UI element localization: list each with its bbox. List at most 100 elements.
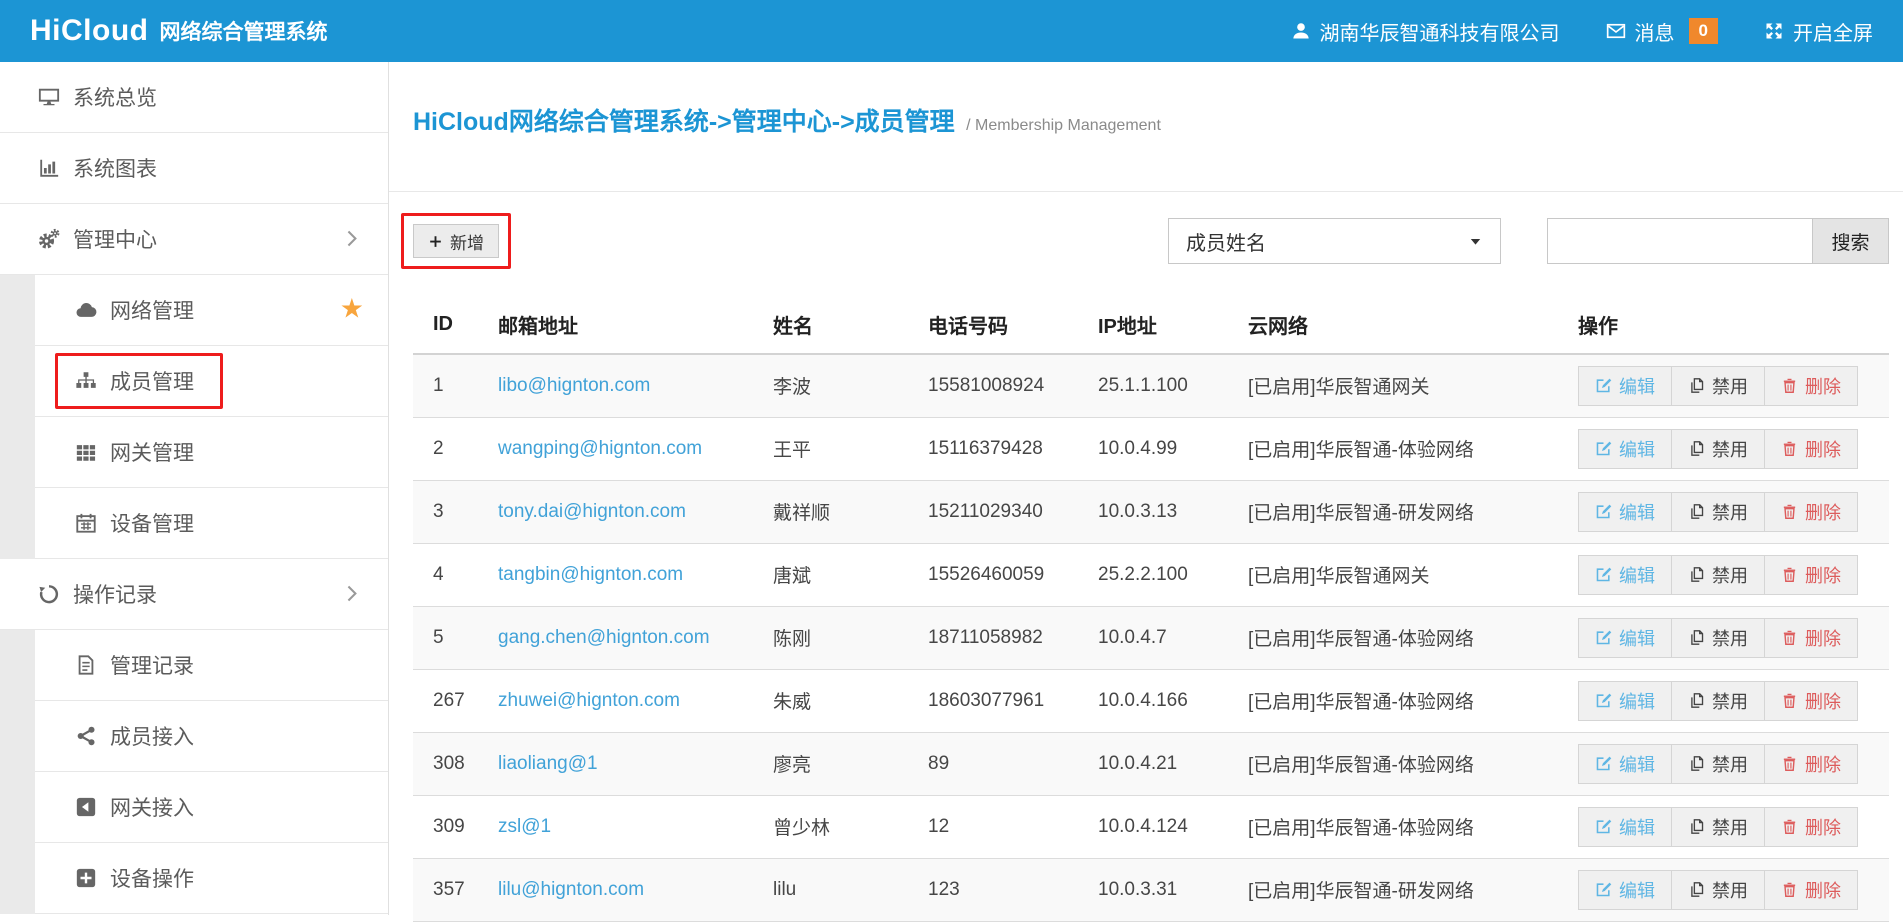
sidebar-item-device-operations[interactable]: 设备操作 [35,843,388,914]
search-button[interactable]: 搜索 [1813,218,1889,264]
sidebar-item-label: 网络管理 [110,295,194,325]
sidebar-item-admin-records[interactable]: 管理记录 [35,630,388,701]
column-header: 邮箱地址 [478,300,753,354]
delete-button[interactable]: 删除 [1765,556,1857,594]
delete-label: 删除 [1805,751,1841,777]
delete-button[interactable]: 删除 [1765,493,1857,531]
edit-button[interactable]: 编辑 [1579,745,1672,783]
search-input[interactable] [1547,218,1813,264]
edit-icon [1595,881,1612,898]
delete-button[interactable]: 删除 [1765,745,1857,783]
messages-menu[interactable]: 消息 0 [1606,17,1718,46]
cell-actions: 编辑禁用删除 [1558,417,1889,480]
edit-button[interactable]: 编辑 [1579,430,1672,468]
email-link[interactable]: tony.dai@hignton.com [498,501,686,522]
table-row: 1libo@hignton.com李波1558100892425.1.1.100… [413,354,1889,417]
disable-button[interactable]: 禁用 [1672,493,1765,531]
disable-button[interactable]: 禁用 [1672,745,1765,783]
copy-icon [1688,377,1705,394]
email-link[interactable]: gang.chen@hignton.com [498,627,710,648]
edit-button[interactable]: 编辑 [1579,619,1672,657]
trash-icon [1781,755,1798,772]
disable-button[interactable]: 禁用 [1672,367,1765,405]
trash-icon [1781,629,1798,646]
sidebar-item-gateway-access[interactable]: 网关接入 [35,772,388,843]
cell-network: [已启用]华辰智通-研发网络 [1228,480,1558,543]
email-link[interactable]: tangbin@hignton.com [498,564,683,585]
add-member-button[interactable]: 新增 [413,224,499,258]
email-link[interactable]: liaoliang@1 [498,753,598,774]
cell-email: zhuwei@hignton.com [478,669,753,732]
edit-label: 编辑 [1619,751,1655,777]
edit-label: 编辑 [1619,436,1655,462]
email-link[interactable]: zsl@1 [498,816,551,837]
column-header: IP地址 [1078,300,1228,354]
sidebar-item-system-overview[interactable]: 系统总览 [0,62,388,133]
edit-button[interactable]: 编辑 [1579,808,1672,846]
sidebar-item-label: 设备操作 [110,863,194,893]
sidebar-item-device-mgmt[interactable]: 设备管理 [35,488,388,559]
delete-button[interactable]: 删除 [1765,619,1857,657]
table-row: 3tony.dai@hignton.com戴祥顺1521102934010.0.… [413,480,1889,543]
cell-name: 唐斌 [753,543,908,606]
chevron-right-icon [341,583,362,604]
edit-label: 编辑 [1619,373,1655,399]
delete-button[interactable]: 删除 [1765,430,1857,468]
edit-button[interactable]: 编辑 [1579,871,1672,909]
sidebar-item-admin-center[interactable]: 管理中心 [0,204,388,275]
disable-button[interactable]: 禁用 [1672,556,1765,594]
cell-actions: 编辑 禁用删除 [1558,858,1889,921]
sidebar-item-label: 系统总览 [73,82,157,112]
disable-button[interactable]: 禁用 [1672,682,1765,720]
cell-actions: 编辑禁用删除 [1558,669,1889,732]
cell-phone: 89 [908,732,1078,795]
cell-ip: 10.0.3.13 [1078,480,1228,543]
email-link[interactable]: libo@hignton.com [498,375,650,396]
delete-button[interactable]: 删除 [1765,367,1857,405]
sidebar-nav: 系统总览系统图表管理中心网络管理★成员管理网关管理设备管理操作记录管理记录成员接… [0,62,389,915]
top-navbar: HiCloud 网络综合管理系统 湖南华辰智通科技有限公司 消息 0 开启全屏 [0,0,1903,62]
sidebar-item-operation-logs[interactable]: 操作记录 [0,559,388,630]
disable-label: 禁用 [1712,877,1748,903]
email-link[interactable]: wangping@hignton.com [498,438,702,459]
cell-email: liaoliang@1 [478,732,753,795]
sidebar-item-gateway-mgmt[interactable]: 网关管理 [35,417,388,488]
company-menu[interactable]: 湖南华辰智通科技有限公司 [1291,17,1560,46]
disable-button[interactable]: 禁用 [1672,430,1765,468]
delete-button[interactable]: 删除 [1765,808,1857,846]
sidebar-item-network-mgmt[interactable]: 网络管理★ [35,275,388,346]
table-row: 4tangbin@hignton.com唐斌1552646005925.2.2.… [413,543,1889,606]
cell-actions: 编辑禁用 删除 [1558,795,1889,858]
edit-button[interactable]: 编辑 [1579,367,1672,405]
delete-label: 删除 [1805,814,1841,840]
edit-button[interactable]: 编辑 [1579,493,1672,531]
edit-label: 编辑 [1619,814,1655,840]
sidebar-item-member-mgmt[interactable]: 成员管理 [35,346,388,417]
trash-icon [1781,881,1798,898]
cell-ip: 10.0.4.21 [1078,732,1228,795]
brand-logo: HiCloud [30,14,148,48]
fullscreen-toggle[interactable]: 开启全屏 [1764,17,1873,46]
column-header: 电话号码 [908,300,1078,354]
email-link[interactable]: zhuwei@hignton.com [498,690,680,711]
edit-button[interactable]: 编辑 [1579,682,1672,720]
table-row: 357lilu@hignton.comlilu12310.0.3.31[已启用]… [413,858,1889,921]
email-link[interactable]: lilu@hignton.com [498,879,644,900]
filter-selected-value: 成员姓名 [1186,227,1266,256]
disable-button[interactable]: 禁用 [1672,808,1765,846]
disable-button[interactable]: 禁用 [1672,619,1765,657]
sidebar-item-label: 操作记录 [73,579,157,609]
sidebar-item-system-charts[interactable]: 系统图表 [0,133,388,204]
filter-field-dropdown[interactable]: 成员姓名 [1168,218,1501,264]
delete-button[interactable]: 删除 [1765,682,1857,720]
row-action-group: 编辑禁用删除 [1578,366,1858,406]
sidebar-item-member-access[interactable]: 成员接入 [35,701,388,772]
edit-button[interactable]: 编辑 [1579,556,1672,594]
delete-button[interactable]: 删除 [1765,871,1857,909]
copy-icon [1688,566,1705,583]
copy-icon [1688,629,1705,646]
disable-button[interactable]: 禁用 [1672,871,1765,909]
disable-label: 禁用 [1712,625,1748,651]
delete-label: 删除 [1805,625,1841,651]
page-subtitle: / Membership Management [966,117,1161,134]
